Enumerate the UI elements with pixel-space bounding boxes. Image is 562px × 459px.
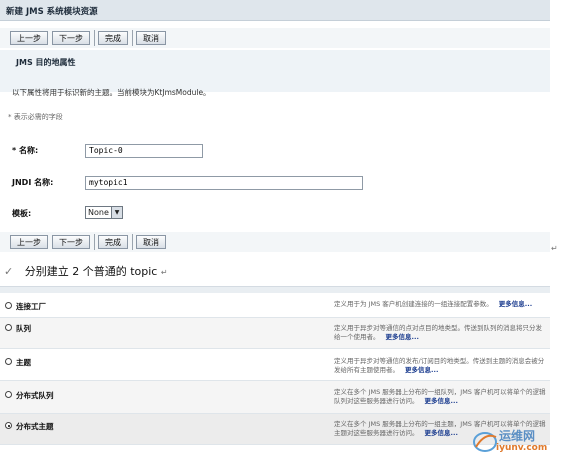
radio-distributed-queue[interactable]	[5, 391, 12, 398]
cancel-button-bottom[interactable]: 取消	[136, 235, 166, 249]
more-info-link[interactable]: 更多信息...	[405, 366, 438, 374]
watermark-en: iyunv.com	[496, 443, 548, 453]
button-separator	[94, 234, 95, 250]
template-label: 模板:	[12, 209, 32, 218]
name-field[interactable]: Topic-0	[85, 144, 203, 158]
next-button-bottom[interactable]: 下一步	[52, 235, 90, 249]
list-item: 主题 定义用于异步对等通信的发布/订阅目的地类型。传送到主题的消息会被分发给所有…	[0, 349, 550, 381]
more-info-link[interactable]: 更多信息...	[386, 333, 419, 341]
desc-text: 定义用于异步对等通信的点对点目的地类型。传送到队列的消息将只分发给一个使用者。	[334, 324, 542, 341]
next-button[interactable]: 下一步	[52, 31, 90, 45]
watermark-cn: 运维网	[499, 429, 536, 443]
button-separator	[132, 234, 133, 250]
paragraph-mark: ↵	[551, 244, 558, 253]
radio-topic[interactable]	[5, 358, 12, 365]
section-band	[0, 50, 550, 92]
caption-text: 分别建立 2 个普通的 topic	[24, 265, 158, 278]
template-select[interactable]: None ▼	[85, 206, 123, 219]
back-button[interactable]: 上一步	[10, 31, 48, 45]
desc-text: 定义用于为 JMS 客户机创建连接的一组连接配置参数。	[334, 300, 493, 308]
radio-connection-factory[interactable]	[5, 302, 12, 309]
back-button-bottom[interactable]: 上一步	[10, 235, 48, 249]
list-item: 分布式主题 定义在多个 JMS 服务器上分布的一组主题，JMS 客户机可以将单个…	[0, 414, 550, 445]
caption: ✓ 分别建立 2 个普通的 topic ↵	[4, 263, 168, 279]
check-icon: ✓	[4, 265, 14, 278]
row-label: 队列	[16, 324, 31, 333]
name-label: * 名称:	[12, 146, 39, 155]
cancel-button[interactable]: 取消	[136, 31, 166, 45]
more-info-link[interactable]: 更多信息...	[425, 397, 458, 405]
jndi-name-field[interactable]: mytopic1	[85, 176, 363, 190]
button-separator	[132, 30, 133, 46]
row-description: 定义用于异步对等通信的点对点目的地类型。传送到队列的消息将只分发给一个使用者。更…	[334, 324, 546, 342]
finish-button-bottom[interactable]: 完成	[98, 235, 128, 249]
row-label: 主题	[16, 358, 31, 367]
section-title: JMS 目的地属性	[16, 58, 76, 67]
jndi-label: JNDI 名称:	[12, 178, 54, 187]
row-label: 连接工厂	[16, 302, 46, 311]
more-info-link[interactable]: 更多信息...	[425, 429, 458, 437]
finish-button[interactable]: 完成	[98, 31, 128, 45]
row-label: 分布式队列	[16, 391, 54, 400]
paragraph-mark: ↵	[160, 268, 168, 277]
row-label: 分布式主题	[16, 422, 54, 431]
section-description: 以下属性将用于标识新的主题。当前模块为KtJmsModule。	[12, 88, 211, 97]
row-description: 定义在多个 JMS 服务器上分布的一组队列，JMS 客户机可以将单个的逻辑队列对…	[334, 388, 546, 406]
list-item: 连接工厂 定义用于为 JMS 客户机创建连接的一组连接配置参数。 更多信息...	[0, 293, 550, 318]
required-note: * 表示必需的字段	[8, 113, 63, 121]
radio-distributed-topic[interactable]	[5, 422, 12, 429]
page-header: 新建 JMS 系统模块资源	[0, 0, 550, 21]
more-info-link[interactable]: 更多信息...	[499, 300, 532, 308]
page-title: 新建 JMS 系统模块资源	[6, 7, 98, 17]
site-watermark: 运维网 iyunv.com	[472, 427, 558, 457]
radio-queue[interactable]	[5, 324, 12, 331]
row-description: 定义用于为 JMS 客户机创建连接的一组连接配置参数。 更多信息...	[334, 300, 546, 309]
list-header	[0, 286, 550, 293]
button-separator	[94, 30, 95, 46]
list-item: 队列 定义用于异步对等通信的点对点目的地类型。传送到队列的消息将只分发给一个使用…	[0, 318, 550, 349]
desc-text: 定义用于异步对等通信的发布/订阅目的地类型。传送到主题的消息会被分发给所有主题使…	[334, 357, 545, 374]
row-description: 定义用于异步对等通信的发布/订阅目的地类型。传送到主题的消息会被分发给所有主题使…	[334, 357, 546, 375]
template-select-value: None	[88, 208, 109, 217]
chevron-down-icon[interactable]: ▼	[111, 207, 122, 218]
list-item: 分布式队列 定义在多个 JMS 服务器上分布的一组队列，JMS 客户机可以将单个…	[0, 381, 550, 414]
